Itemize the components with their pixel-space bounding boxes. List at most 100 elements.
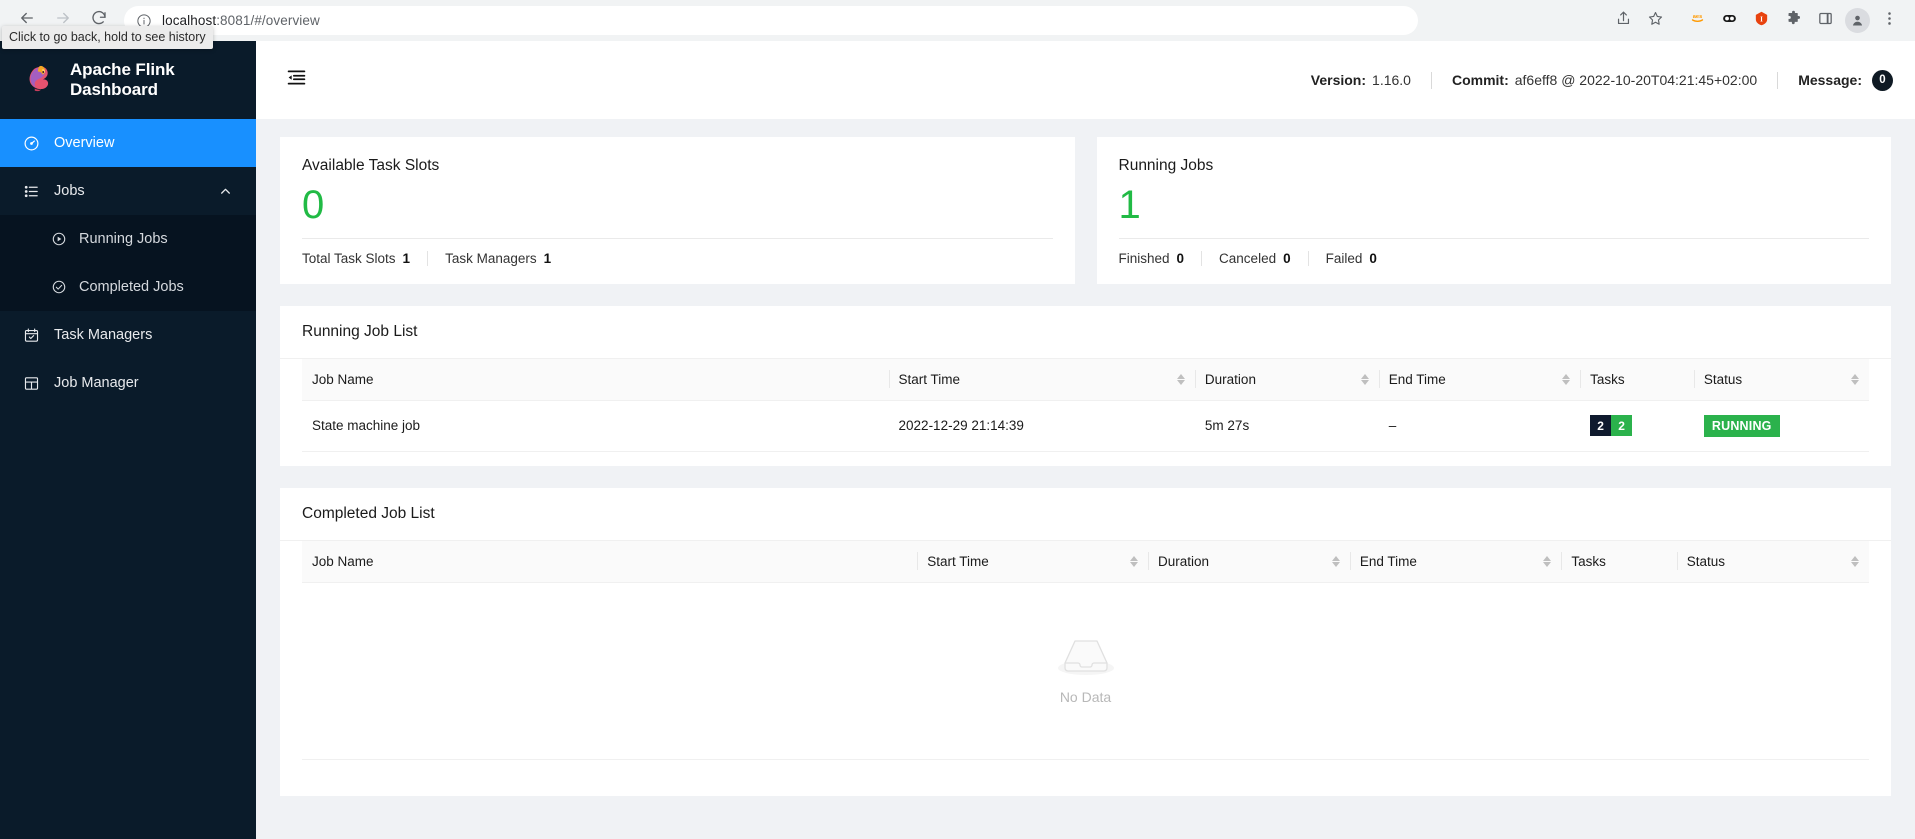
col-label: Tasks [1571,553,1606,569]
sidebar-item-label-job-manager: Job Manager [54,375,139,391]
running-jobs-title: Running Jobs [1118,157,1214,174]
available-task-slots-footer: Total Task Slots 1 Task Managers 1 [302,250,1053,266]
col-duration[interactable]: Duration [1194,358,1379,401]
sidebar-item-label-task-managers: Task Managers [54,327,153,343]
sort-arrows-icon[interactable] [1843,555,1859,567]
panel-footer-space [280,760,1891,796]
version-value: 1.16.0 [1372,72,1411,88]
sidebar-item-completed-jobs[interactable]: Completed Jobs [0,263,256,311]
footer-divider-1 [427,250,429,266]
message-label: Message: [1798,72,1862,88]
dark-reader-extension-button[interactable] [1714,5,1745,36]
list-icon [22,182,40,200]
completed-job-list-title: Completed Job List [280,488,1891,541]
share-icon [1615,10,1632,32]
col-label: End Time [1388,371,1446,387]
back-button-tooltip: Click to go back, hold to see history [2,26,213,49]
finished-label: Finished [1118,250,1170,266]
col-end-time[interactable]: End Time [1378,358,1581,401]
topbar: Version: 1.16.0 Commit: af6eff8 @ 2022-1… [256,41,1915,119]
message-count-badge[interactable]: 0 [1872,69,1893,91]
sort-arrows-icon[interactable] [1122,555,1138,567]
col-job-name[interactable]: Job Name [302,540,918,583]
sidebar-nav: Overview Jobs Running Jobs Completed Job… [0,119,256,407]
task-managers-label: Task Managers [445,250,537,266]
bookmark-button[interactable] [1640,5,1671,36]
table-row[interactable]: State machine job 2022-12-29 21:14:39 5m… [302,400,1869,452]
task-badge-running: 2 [1611,415,1633,437]
failed-value: 0 [1369,250,1377,266]
total-task-slots-value: 1 [402,250,411,266]
red-shield-extension-icon: I [1753,10,1770,32]
footer-divider-1 [1201,250,1203,266]
col-label: Duration [1204,371,1256,387]
sort-arrows-icon[interactable] [1843,373,1859,385]
red-shield-extension-button[interactable]: I [1746,5,1777,36]
side-panel-button[interactable] [1810,5,1841,36]
cell-duration: 5m 27s [1194,400,1379,452]
completed-job-table: Job Name Start Time Duration End Time Ta… [302,540,1869,583]
col-status[interactable]: Status [1676,540,1869,583]
running-job-list-title: Running Job List [280,306,1891,359]
sidebar-item-task-managers[interactable]: Task Managers [0,311,256,359]
sidebar-item-label-completed-jobs: Completed Jobs [79,279,184,295]
app-root: Apache Flink Dashboard Overview Jobs Run… [0,41,1915,839]
chrome-menu-button[interactable] [1874,5,1905,36]
chevron-up-icon[interactable] [219,185,232,198]
grid-layout-icon [22,374,40,392]
aes-extension-button[interactable]: aes [1682,5,1713,36]
col-start-time[interactable]: Start Time [888,358,1195,401]
sidebar-item-running-jobs[interactable]: Running Jobs [0,215,256,263]
sidebar-item-jobs[interactable]: Jobs [0,167,256,215]
col-label: Start Time [927,553,989,569]
empty-inbox-icon [1054,635,1118,681]
cell-end-time: – [1378,400,1581,452]
running-jobs-footer: Finished 0 Canceled 0 Failed 0 [1118,250,1870,266]
sort-arrows-icon[interactable] [1535,555,1552,567]
profile-avatar-icon [1845,8,1870,33]
menu-fold-button[interactable] [284,68,308,92]
share-button[interactable] [1608,5,1639,36]
sidebar-item-overview[interactable]: Overview [0,119,256,167]
cell-tasks: 2 2 [1580,400,1694,452]
extensions-button[interactable] [1778,5,1809,36]
sidebar-item-label-running-jobs: Running Jobs [79,231,168,247]
profile-button[interactable] [1842,5,1873,36]
extensions-puzzle-icon [1785,10,1802,32]
sort-arrows-icon[interactable] [1554,373,1571,385]
cluster-meta: Version: 1.16.0 Commit: af6eff8 @ 2022-1… [1311,69,1893,91]
play-circle-icon [50,231,67,248]
col-label: Job Name [312,553,374,569]
dashboard-icon [22,134,40,152]
col-tasks[interactable]: Tasks [1561,540,1677,583]
col-label: Duration [1157,553,1210,569]
footer-divider-2 [1307,250,1309,266]
sort-arrows-icon[interactable] [1324,555,1340,567]
cell-job-name[interactable]: State machine job [302,400,889,452]
canceled-label: Canceled [1219,250,1277,266]
available-task-slots-value: 0 [302,183,325,227]
brand-header[interactable]: Apache Flink Dashboard [0,41,256,119]
col-end-time[interactable]: End Time [1349,540,1562,583]
card-divider [302,237,1053,239]
sidebar-item-job-manager[interactable]: Job Manager [0,359,256,407]
col-start-time[interactable]: Start Time [917,540,1148,583]
url-path: :8081/#/overview [216,13,320,28]
col-tasks[interactable]: Tasks [1580,358,1694,401]
col-duration[interactable]: Duration [1147,540,1350,583]
sidebar-item-label-overview: Overview [54,135,115,151]
brand-title: Apache Flink Dashboard [70,60,175,99]
running-jobs-card: Running Jobs 1 Finished 0 Canceled 0 Fai… [1096,137,1891,284]
chrome-menu-icon [1881,10,1898,32]
col-status[interactable]: Status [1693,358,1869,401]
browser-toolbar: localhost:8081/#/overview aes I Click to… [0,0,1915,49]
address-bar[interactable]: localhost:8081/#/overview [124,6,1418,35]
col-job-name[interactable]: Job Name [302,358,889,401]
side-panel-icon [1817,10,1834,32]
sort-arrows-icon[interactable] [1353,373,1369,385]
task-badge-group: 2 2 [1590,415,1684,437]
running-job-table-head: Job Name Start Time Duration End Time Ta… [302,358,1869,401]
sort-arrows-icon[interactable] [1169,373,1185,385]
aes-extension-icon: aes [1689,10,1706,32]
flink-squirrel-logo [22,63,56,97]
